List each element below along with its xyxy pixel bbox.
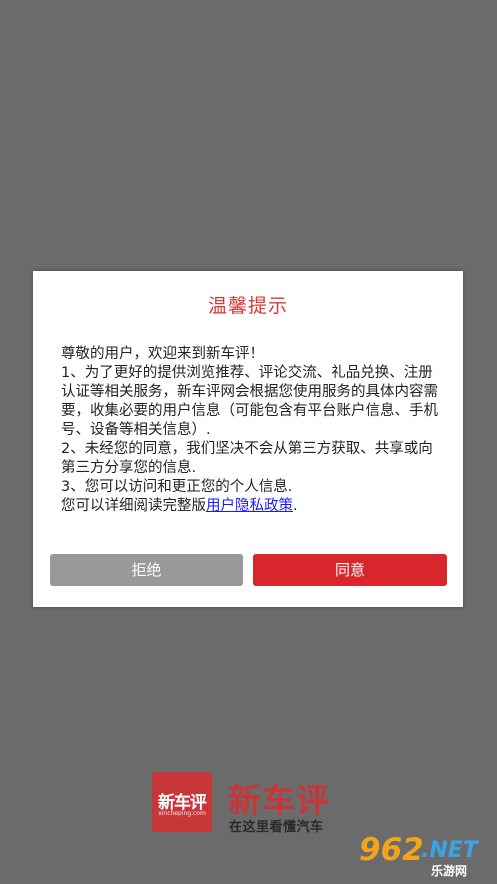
watermark-site: 乐游网 [431,864,468,878]
watermark-number: 962 [359,832,424,868]
reject-button[interactable]: 拒绝 [50,554,243,586]
dialog-body: 尊敬的用户，欢迎来到新车评！ 1、为了更好的提供浏览推荐、评论交流、礼品兑换、注… [61,345,446,516]
watermark-suffix: .NET [421,838,478,863]
privacy-policy-link[interactable]: 用户隐私政策 [206,498,293,514]
agree-button[interactable]: 同意 [253,554,447,586]
logo-domain: xincheping.com [158,810,206,817]
brand-slogan: 在这里看懂汽车 [229,820,324,835]
dialog-line: 1、为了更好的提供浏览推荐、评论交流、礼品兑换、注册认证等相关服务，新车评网会根… [61,365,438,438]
app-logo: 新车评 xincheping.com [152,772,212,832]
brand-footer: 新车评 xincheping.com 新车评 在这里看懂汽车 [152,772,352,835]
dialog-line: 3、您可以访问和更正您的个人信息. [61,479,293,495]
dialog-title: 温馨提示 [207,295,288,317]
brand-name: 新车评 [228,781,330,820]
dialog-line: 尊敬的用户，欢迎来到新车评！ [61,346,264,362]
policy-suffix: . [293,498,298,514]
privacy-dialog: 温馨提示 尊敬的用户，欢迎来到新车评！ 1、为了更好的提供浏览推荐、评论交流、礼… [33,271,463,607]
dialog-line: 2、未经您的同意，我们坚决不会从第三方获取、共享或向第三方分享您的信息. [61,441,433,476]
policy-prefix: 您可以详细阅读完整版 [61,498,206,514]
dialog-line-policy: 您可以详细阅读完整版用户隐私政策. [61,497,446,516]
watermark-logo: 962 .NET 乐游网 [359,832,489,878]
